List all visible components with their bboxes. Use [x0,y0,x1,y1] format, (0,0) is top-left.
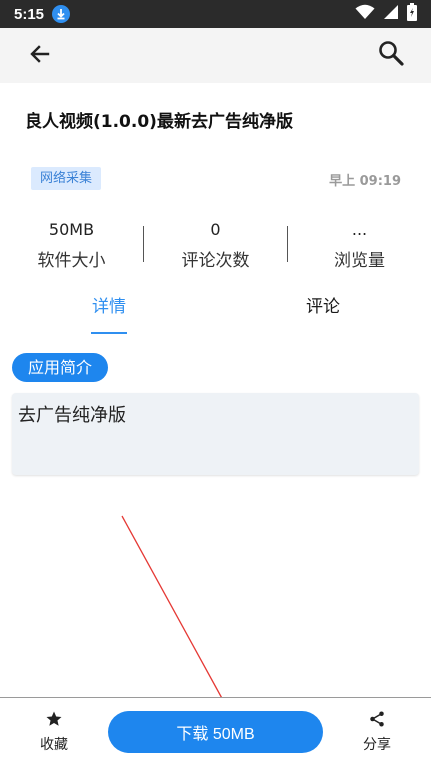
intro-text: 去广告纯净版 [18,405,126,426]
stat-value: ... [351,220,368,239]
stat-size: 50MB 软件大小 [0,218,143,271]
source-tag: 网络采集 [31,167,102,190]
arrow-left-icon [28,42,52,70]
battery-icon [407,3,417,25]
favorite-button[interactable]: 收藏 [28,710,80,754]
bottom-bar: 收藏 下载 50MB 分享 [0,697,431,766]
stat-label: 浏览量 [334,251,385,271]
tab-indicator [91,332,127,334]
stat-views: ... 浏览量 [288,218,431,271]
status-bar: 5:15 [0,0,431,28]
favorite-label: 收藏 [40,737,68,753]
search-icon [377,39,405,71]
stat-value: 50MB [48,220,95,239]
search-button[interactable] [375,39,407,71]
tab-details[interactable]: 详情 [49,292,169,322]
share-button[interactable]: 分享 [351,710,403,754]
stat-label: 评论次数 [181,251,250,271]
tab-comments[interactable]: 评论 [263,292,383,322]
wifi-icon [355,4,375,24]
intro-heading: 应用简介 [12,353,109,382]
app-bar [0,28,431,83]
intro-box: 去广告纯净版 [12,393,419,475]
star-icon [45,711,63,732]
stat-comments: 0 评论次数 [144,218,287,271]
stat-label: 软件大小 [37,251,106,271]
status-time: 5:15 [14,5,45,23]
share-icon [368,711,386,732]
back-button[interactable] [24,40,56,72]
share-label: 分享 [363,737,391,753]
publish-time: 早上 09:19 [329,174,401,189]
signal-icon [383,4,399,24]
stat-value: 0 [210,220,221,239]
download-button[interactable]: 下载 50MB [108,711,323,753]
app-title: 良人视频(1.0.0)最新去广告纯净版 [25,112,293,132]
tab-bar: 详情 评论 [0,292,431,336]
stats-row: 50MB 软件大小 0 评论次数 ... 浏览量 [0,218,431,274]
download-notification-icon [52,5,71,23]
